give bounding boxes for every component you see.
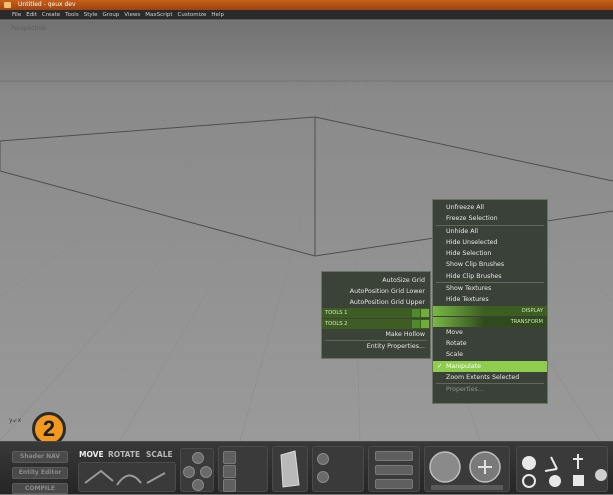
step-badge: 2 (32, 412, 66, 441)
menu-item-show-textures[interactable]: Show Textures (433, 283, 547, 294)
tools-1-header[interactable]: TOOLS 1 (322, 308, 430, 318)
menu-item-show-clip-brushes[interactable]: Show Clip Brushes (433, 259, 547, 270)
tools-2-swatch-b (421, 320, 429, 328)
tools-2-header[interactable]: TOOLS 2 (322, 319, 430, 329)
axis-gizmo-icon: y↙x (9, 417, 22, 424)
menu-item-autoposition-lower[interactable]: AutoPosition Grid Lower (322, 286, 430, 297)
brush-tool-icon-2[interactable] (317, 471, 329, 483)
menu-item-manipulate[interactable]: ✓ Manipulate (433, 360, 547, 372)
menu-item-move[interactable]: Move (433, 327, 547, 338)
menu-item-hide-textures[interactable]: Hide Textures (433, 294, 547, 305)
compile-button[interactable]: COMPILE (12, 483, 68, 494)
menu-customize[interactable]: Customize (178, 12, 207, 18)
mode-rotate[interactable]: ROTATE (108, 450, 140, 459)
bottom-toolbar: Shader NAV Entity Editor COMPILE MOVE RO… (0, 441, 613, 494)
z-axis-icon[interactable] (192, 452, 204, 464)
viewport-label: Perspective (11, 25, 46, 32)
x-axis-icon[interactable] (183, 466, 195, 478)
rotate-snap-icon[interactable] (223, 465, 236, 478)
menu-item-zoom-extents[interactable]: Zoom Extents Selected (433, 372, 547, 383)
menu-item-make-hollow[interactable]: Make Hollow (322, 329, 430, 340)
snap-icon[interactable] (223, 451, 236, 464)
menu-item-manipulate-label: Manipulate (446, 362, 481, 370)
checkmark-icon: ✓ (437, 361, 443, 370)
menu-item-freeze-selection[interactable]: Freeze Selection (433, 213, 547, 224)
perspective-viewport[interactable]: Perspective AutoSize Grid AutoPosition G… (0, 21, 613, 441)
menu-style[interactable]: Style (84, 12, 98, 18)
menu-item-properties: Properties... (446, 386, 484, 394)
tools-1-swatch-b (421, 309, 429, 317)
view-mode-icons[interactable] (517, 447, 607, 491)
grid-size-icon[interactable] (375, 479, 413, 489)
snap-panel (218, 446, 268, 492)
menu-item-unhide-all[interactable]: Unhide All (433, 226, 547, 237)
menu-item-hide-clip-brushes[interactable]: Hide Clip Brushes (433, 271, 547, 282)
menu-item-autosize-grid[interactable]: AutoSize Grid (322, 275, 430, 286)
entity-editor-button[interactable]: Entity Editor (12, 467, 68, 479)
window-title: Untitled - qeux dev (18, 1, 76, 8)
menu-tools[interactable]: Tools (65, 12, 79, 18)
menu-edit[interactable]: Edit (26, 12, 37, 18)
grid-toggle-icon[interactable] (375, 465, 413, 475)
menu-help[interactable]: Help (211, 12, 224, 18)
grid-type-icon[interactable] (375, 451, 413, 461)
view-panel (516, 446, 608, 492)
tools-1-swatch-a (412, 309, 420, 317)
y-axis-icon[interactable] (200, 466, 212, 478)
mode-move[interactable]: MOVE (79, 450, 104, 459)
app-icon (4, 2, 11, 8)
transform-arrows-icon (84, 469, 166, 486)
create-brush-icon[interactable] (273, 447, 307, 491)
menu-item-entity-properties[interactable]: Entity Properties... (322, 341, 430, 352)
menu-create[interactable]: Create (42, 12, 60, 18)
hollow-panel (272, 446, 308, 492)
tools-2-label: TOOLS 2 (325, 321, 348, 327)
grid-panel (368, 446, 420, 492)
tools-2-swatch-a (412, 320, 420, 328)
brush-tools-panel (312, 446, 364, 492)
display-header: DISPLAY (433, 305, 547, 316)
transform-header: TRANSFORM (433, 316, 547, 327)
transform-icons-panel (78, 462, 176, 492)
scale-snap-icon[interactable] (223, 479, 236, 492)
menu-file[interactable]: File (12, 12, 21, 18)
shader-paint-panel (424, 446, 510, 492)
axis-panel (180, 448, 214, 492)
menu-item-hide-unselected[interactable]: Hide Unselected (433, 237, 547, 248)
menu-item-autoposition-upper[interactable]: AutoPosition Grid Upper (322, 297, 430, 308)
menu-bar: File Edit Create Tools Style Group Views… (0, 10, 613, 20)
menu-maxscript[interactable]: MaxScript (145, 12, 172, 18)
menu-item-unfreeze-all[interactable]: Unfreeze All (433, 202, 547, 213)
context-menu-tools: AutoSize Grid AutoPosition Grid Lower Au… (321, 271, 431, 359)
context-menu-display: Unfreeze All Freeze Selection Unhide All… (432, 199, 548, 404)
menu-item-hide-selection[interactable]: Hide Selection (433, 248, 547, 259)
menu-group[interactable]: Group (103, 12, 120, 18)
shader-nav-button[interactable]: Shader NAV (12, 451, 68, 463)
menu-item-scale[interactable]: Scale (433, 349, 547, 360)
brush-tool-icon-1[interactable] (317, 453, 329, 465)
menu-item-rotate[interactable]: Rotate (433, 338, 547, 349)
menu-views[interactable]: Views (124, 12, 140, 18)
title-bar: Untitled - qeux dev (0, 0, 613, 10)
shader-paint-icon[interactable] (425, 447, 509, 491)
mode-scale[interactable]: SCALE (146, 450, 173, 459)
pivot-icon[interactable] (192, 479, 204, 491)
tools-1-label: TOOLS 1 (325, 310, 348, 316)
